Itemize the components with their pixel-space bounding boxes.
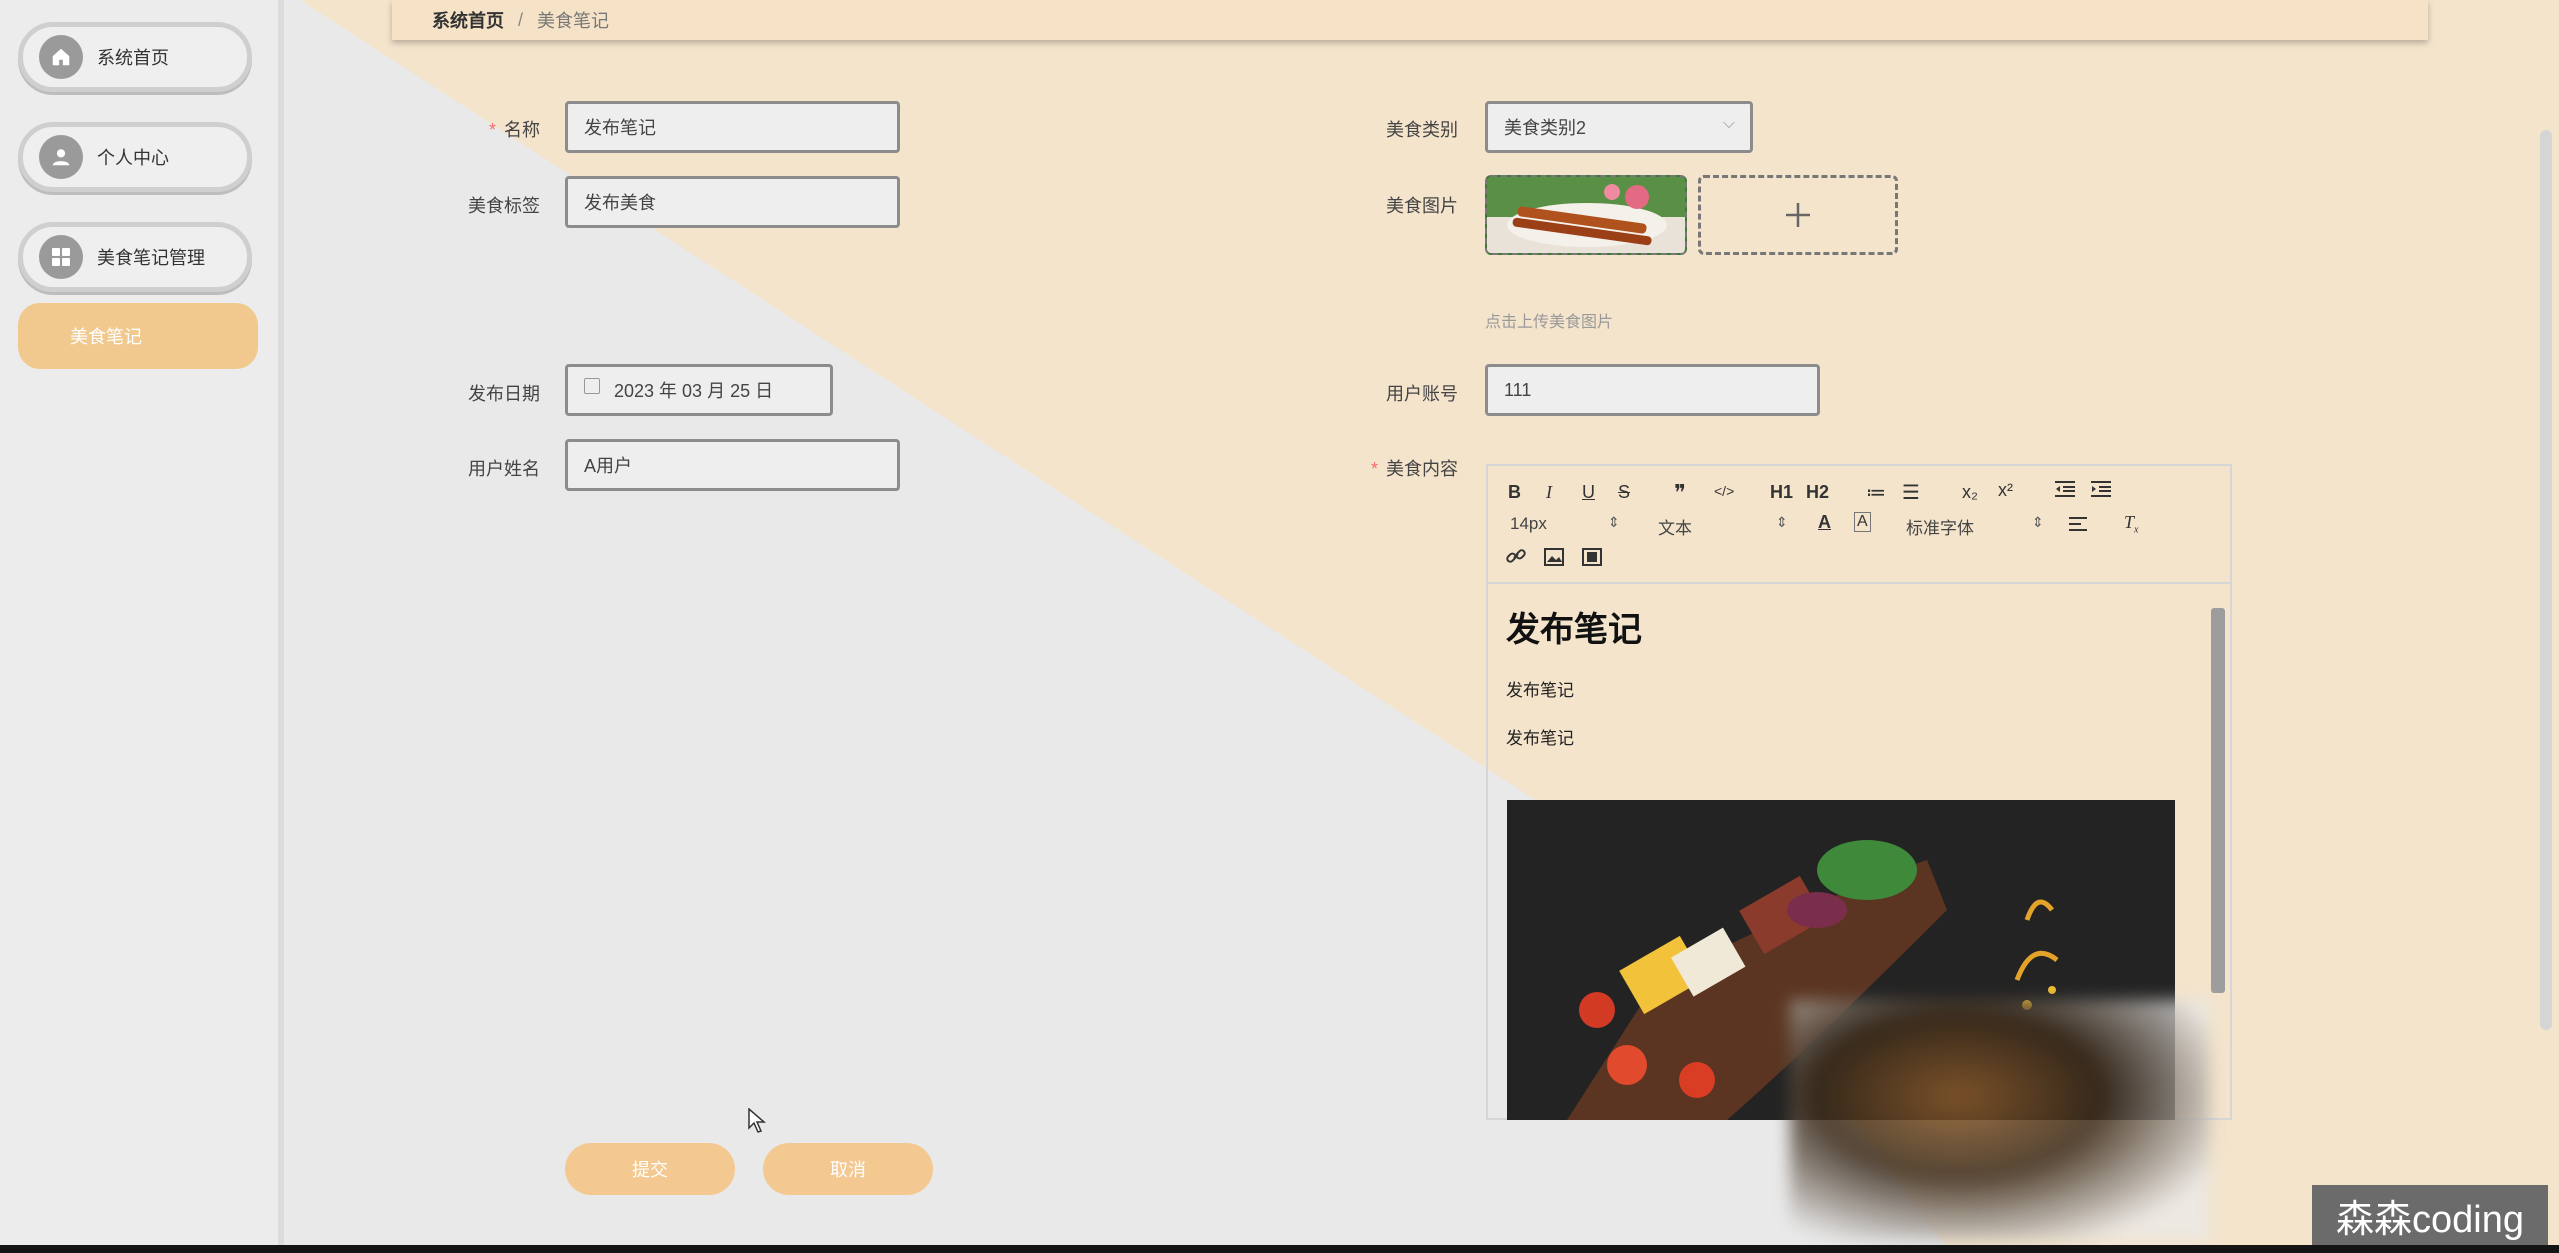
sidebar-item-label: 个人中心 (97, 148, 169, 168)
sidebar-item-home[interactable]: 系统首页 (18, 22, 252, 92)
editor-toolbar: B I U S ❞ </> H1 H2 ≔ ☰ x₂ x² 14px ⇕ 文本 … (1488, 466, 2230, 584)
breadcrumb: 系统首页 / 美食笔记 (392, 0, 2428, 40)
font-size-select[interactable]: 14px ⇕ (1510, 514, 1620, 534)
upload-hint: 点击上传美食图片 (1485, 314, 1614, 331)
username-label: 用户姓名 (468, 459, 540, 479)
grid-icon (39, 235, 83, 279)
subscript-button[interactable]: x₂ (1962, 482, 1978, 503)
content-paragraph: 发布笔记 (1506, 681, 1574, 700)
chevron-down-icon: ⌵ (1722, 115, 1735, 132)
paragraph-value: 文本 (1658, 519, 1692, 538)
category-value: 美食类别2 (1504, 118, 1587, 138)
underline-button[interactable]: U (1582, 482, 1595, 503)
font-color-icon[interactable]: A (1818, 512, 1831, 533)
home-icon (39, 35, 83, 79)
paragraph-select[interactable]: 文本 ⇕ (1658, 514, 1788, 539)
tag-label: 美食标签 (468, 196, 540, 216)
indent-icon[interactable] (2090, 480, 2112, 503)
mouse-cursor-icon (748, 1107, 767, 1139)
video-icon[interactable] (1582, 548, 1602, 571)
image-icon[interactable] (1544, 548, 1564, 571)
bold-button[interactable]: B (1508, 482, 1521, 503)
strike-button[interactable]: S (1618, 482, 1630, 503)
tag-input[interactable] (565, 176, 900, 228)
breadcrumb-home[interactable]: 系统首页 (432, 7, 504, 33)
username-input[interactable] (565, 439, 900, 491)
user-icon (39, 135, 83, 179)
background-color-icon[interactable]: A (1854, 512, 1871, 532)
select-arrows-icon: ⇕ (1608, 514, 1620, 530)
account-input[interactable] (1485, 364, 1820, 416)
breadcrumb-separator: / (518, 9, 524, 30)
breadcrumb-current: 美食笔记 (537, 11, 610, 31)
clear-format-icon[interactable]: Tx (2124, 512, 2138, 536)
date-picker[interactable]: 2023 年 03 月 25 日 (565, 364, 833, 416)
editor-scrollbar[interactable] (2211, 608, 2225, 993)
outdent-icon[interactable] (2054, 480, 2076, 503)
category-select[interactable]: 美食类别2 ⌵ (1485, 101, 1753, 153)
sidebar-item-profile[interactable]: 个人中心 (18, 122, 252, 192)
sidebar-item-label: 系统首页 (97, 48, 169, 68)
h2-button[interactable]: H2 (1806, 482, 1829, 503)
category-select-box[interactable]: 美食类别2 (1485, 101, 1753, 153)
content-paragraph: 发布笔记 (1506, 729, 1574, 748)
date-value: 2023 年 03 月 25 日 (614, 381, 774, 401)
superscript-button[interactable]: x² (1998, 480, 2013, 501)
name-label: * 名称 (488, 120, 540, 140)
image-label: 美食图片 (1386, 196, 1458, 216)
name-input[interactable] (565, 101, 900, 153)
select-arrows-icon: ⇕ (2032, 514, 2044, 530)
editor-content[interactable]: 发布笔记 发布笔记 发布笔记 (1506, 602, 2186, 748)
align-icon[interactable] (2068, 516, 2088, 537)
italic-button[interactable]: I (1546, 482, 1552, 503)
sidebar-subitem-food-notes[interactable]: 美食笔记 (18, 303, 258, 369)
h1-button[interactable]: H1 (1770, 482, 1793, 503)
plus-icon (1786, 203, 1810, 227)
page-scrollbar[interactable] (2540, 130, 2552, 1030)
food-image-thumbnail[interactable] (1485, 175, 1687, 255)
calendar-icon (584, 378, 600, 394)
select-arrows-icon: ⇕ (1776, 514, 1788, 530)
code-button[interactable]: </> (1714, 483, 1734, 499)
link-icon[interactable] (1506, 546, 1526, 571)
content-label: * 美食内容 (1370, 459, 1458, 479)
blockquote-button[interactable]: ❞ (1674, 480, 1686, 506)
submit-button[interactable]: 提交 (565, 1143, 735, 1195)
font-size-value: 14px (1510, 514, 1547, 533)
font-family-select[interactable]: 标准字体 ⇕ (1906, 514, 2044, 539)
bullet-list-button[interactable]: ☰ (1902, 480, 1920, 505)
date-label: 发布日期 (468, 384, 540, 404)
cancel-button[interactable]: 取消 (763, 1143, 933, 1195)
sidebar-item-label: 美食笔记管理 (97, 248, 205, 268)
watermark: 森森coding (2312, 1185, 2548, 1245)
blurred-region (1790, 1000, 2210, 1240)
sidebar: 系统首页 个人中心 美食笔记管理 美食笔记 (0, 0, 284, 1245)
content-heading: 发布笔记 (1506, 611, 1642, 649)
category-label: 美食类别 (1386, 120, 1458, 140)
image-upload-button[interactable] (1698, 175, 1898, 255)
bottom-edge (0, 1245, 2559, 1253)
font-family-value: 标准字体 (1906, 519, 1974, 538)
sidebar-item-food-notes-management[interactable]: 美食笔记管理 (18, 222, 252, 292)
ordered-list-button[interactable]: ≔ (1866, 480, 1886, 505)
account-label: 用户账号 (1386, 384, 1458, 404)
